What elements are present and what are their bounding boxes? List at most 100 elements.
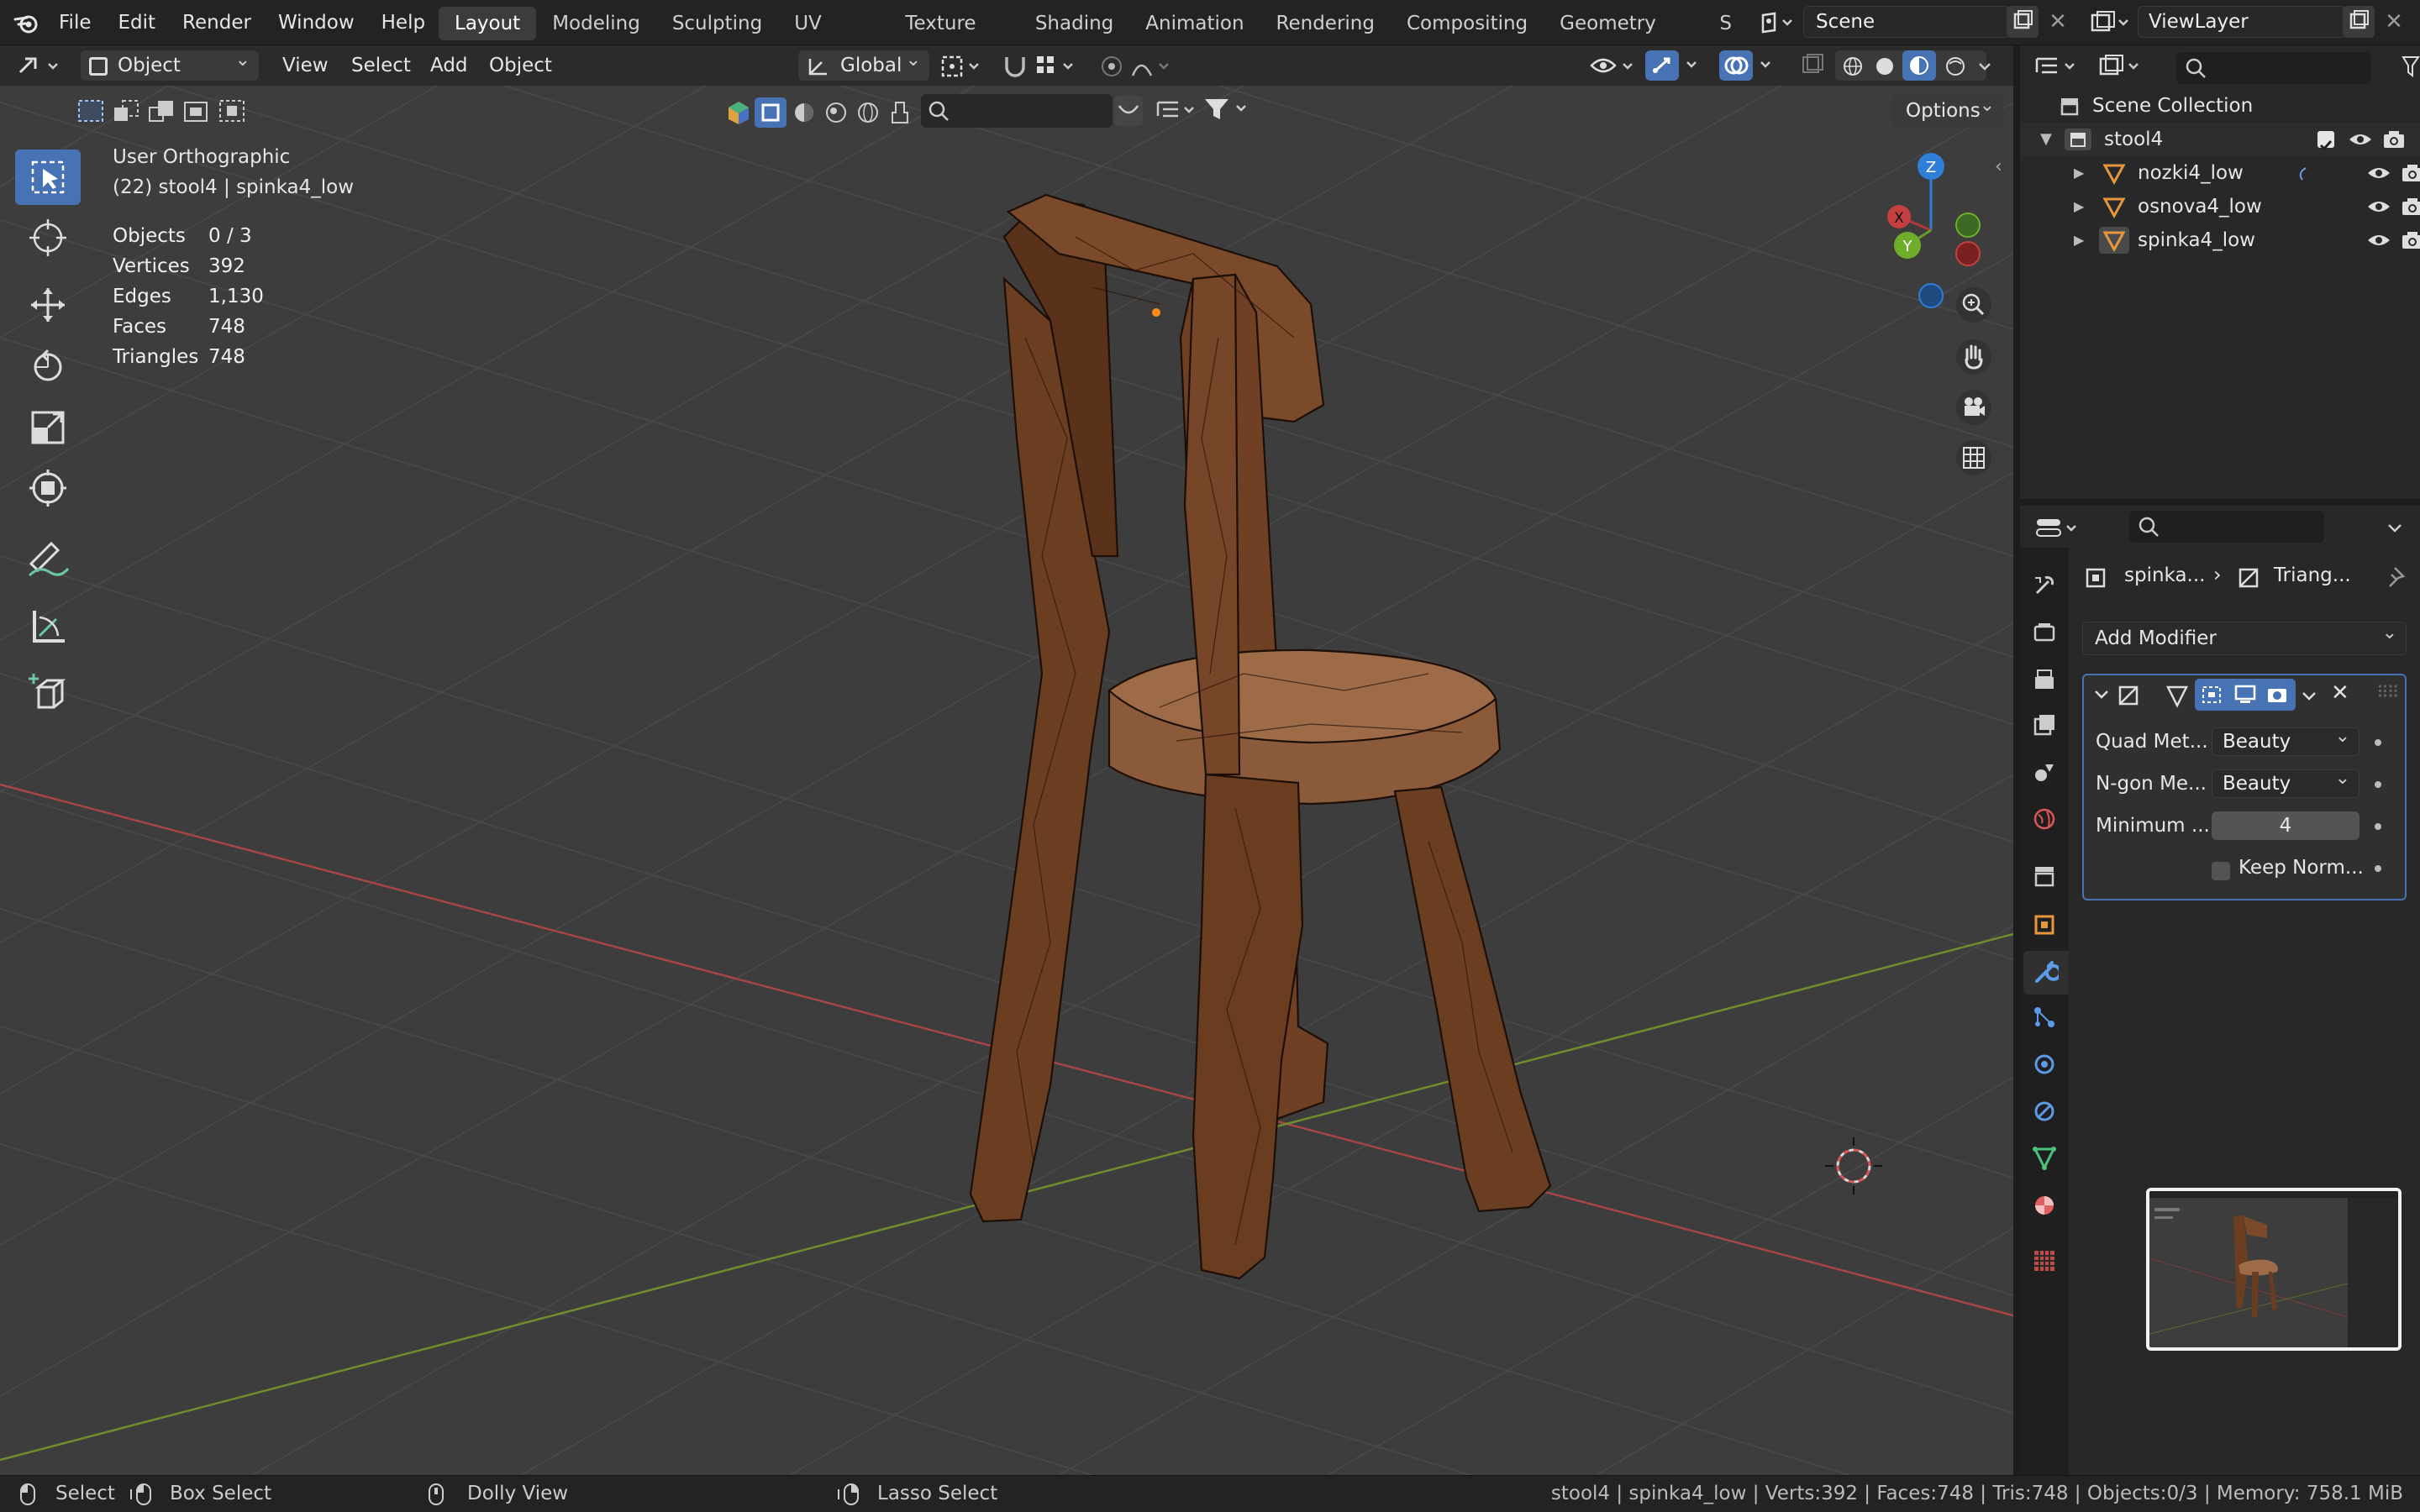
tab-sculpting[interactable]: Sculpting bbox=[656, 7, 778, 40]
tab-uv-editing[interactable]: UV Editing bbox=[778, 7, 889, 40]
measure-tool[interactable] bbox=[15, 598, 81, 654]
output-tab-icon[interactable] bbox=[2032, 667, 2057, 692]
sidebar-toggle-icon[interactable]: ‹ bbox=[1995, 156, 2002, 177]
outliner-search-input[interactable] bbox=[2176, 52, 2371, 84]
render-tab-icon[interactable] bbox=[2032, 620, 2057, 645]
move-tool[interactable] bbox=[15, 277, 81, 333]
collapse-arrow-icon[interactable]: ▼ bbox=[2040, 123, 2052, 156]
properties-editor-type-icon[interactable] bbox=[2033, 514, 2086, 541]
viewport-search-input[interactable] bbox=[921, 94, 1113, 128]
object-types-icon[interactable] bbox=[726, 99, 751, 126]
gizmo-toggle-icon[interactable] bbox=[1645, 50, 1706, 81]
render-toggle-icon[interactable] bbox=[2265, 684, 2289, 706]
filter-funnel-icon[interactable] bbox=[1202, 96, 1254, 123]
perspective-grid-icon[interactable] bbox=[1954, 438, 1993, 477]
keyframe-dot-icon[interactable] bbox=[2375, 823, 2381, 830]
menu-object[interactable]: Object bbox=[489, 50, 552, 81]
wireframe-shading-icon[interactable] bbox=[1842, 55, 1864, 77]
add-modifier-dropdown[interactable]: Add Modifier ⌄ bbox=[2082, 622, 2407, 655]
constraints-tab-icon[interactable] bbox=[2032, 1099, 2057, 1124]
camera-view-icon[interactable] bbox=[1954, 388, 1993, 427]
falloff-icon[interactable] bbox=[1129, 54, 1176, 79]
exclude-checkbox[interactable] bbox=[2317, 131, 2334, 151]
select-new-icon[interactable] bbox=[76, 97, 106, 124]
xray-toggle-icon[interactable] bbox=[1798, 52, 1827, 79]
world-filter-icon[interactable] bbox=[854, 99, 882, 126]
tab-layout[interactable]: Layout bbox=[439, 7, 537, 40]
keyframe-dot-icon[interactable] bbox=[2375, 781, 2381, 788]
tab-rendering[interactable]: Rendering bbox=[1260, 7, 1391, 40]
delete-scene-icon[interactable]: ✕ bbox=[2044, 7, 2072, 37]
material-tab-icon[interactable] bbox=[2032, 1193, 2057, 1218]
camera-icon[interactable] bbox=[2400, 197, 2420, 217]
modifier-tab-active[interactable] bbox=[2023, 951, 2069, 995]
select-extend-icon[interactable] bbox=[111, 97, 141, 124]
tab-shading[interactable]: Shading bbox=[1019, 7, 1129, 40]
filter-toggle-icon[interactable] bbox=[1114, 96, 1143, 126]
zoom-icon[interactable] bbox=[1954, 286, 1993, 324]
outliner-filter-icon[interactable] bbox=[2402, 54, 2420, 79]
remove-modifier-icon[interactable]: ✕ bbox=[2331, 680, 2349, 706]
options-dropdown[interactable]: Options ⌄ bbox=[1892, 94, 2003, 128]
outliner-editor-type-icon[interactable] bbox=[2033, 54, 2082, 79]
3d-cursor[interactable] bbox=[1825, 1137, 1882, 1194]
tab-geometry-nodes[interactable]: Geometry Nodes bbox=[1544, 7, 1703, 40]
view-layer-icon[interactable] bbox=[2087, 10, 2133, 35]
camera-icon[interactable] bbox=[2400, 230, 2420, 250]
tab-animation[interactable]: Animation bbox=[1129, 7, 1260, 40]
menu-file[interactable]: File bbox=[45, 0, 105, 45]
modifier-menu-icon[interactable] bbox=[2299, 687, 2319, 706]
expand-arrow-icon[interactable]: ▶ bbox=[2074, 190, 2084, 223]
eye-icon[interactable] bbox=[2348, 129, 2373, 150]
annotate-tool[interactable] bbox=[15, 531, 81, 586]
camera-icon[interactable] bbox=[2400, 163, 2420, 183]
edit-mode-cage-icon[interactable] bbox=[2163, 682, 2191, 709]
delete-view-layer-icon[interactable]: ✕ bbox=[2380, 7, 2408, 37]
expand-arrow-icon[interactable]: ▶ bbox=[2074, 156, 2084, 190]
hand-pan-icon[interactable] bbox=[1954, 338, 1993, 376]
properties-search-input[interactable] bbox=[2129, 511, 2324, 543]
menu-edit[interactable]: Edit bbox=[105, 0, 170, 45]
eye-icon[interactable] bbox=[2366, 230, 2391, 250]
editor-type-icon[interactable] bbox=[15, 52, 66, 79]
scene-icon[interactable] bbox=[1760, 10, 1797, 35]
drag-handle-icon[interactable]: ⠿⠿ bbox=[2376, 682, 2399, 702]
menu-render[interactable]: Render bbox=[169, 0, 265, 45]
select-intersect-icon[interactable] bbox=[217, 97, 247, 124]
keep-normals-checkbox[interactable] bbox=[2212, 862, 2230, 880]
minimum-vertices-field[interactable]: 4 bbox=[2212, 811, 2360, 840]
collection-row-stool4[interactable]: ▼ stool4 bbox=[2040, 123, 2418, 156]
outliner-object-row[interactable]: ▶ osnova4_low bbox=[2074, 190, 2420, 223]
selectability-button[interactable] bbox=[755, 97, 786, 128]
texture-tab-icon[interactable] bbox=[2032, 1248, 2057, 1273]
sort-options-icon[interactable] bbox=[1155, 97, 1202, 124]
material-preview-button[interactable] bbox=[1902, 50, 1936, 81]
scale-tool[interactable] bbox=[15, 400, 81, 455]
edit-mode-toggle-icon[interactable] bbox=[2200, 684, 2223, 706]
tab-compositing[interactable]: Compositing bbox=[1391, 7, 1544, 40]
transform-orientation-dropdown[interactable]: Global bbox=[798, 45, 929, 81]
proportional-edit-icon[interactable] bbox=[1097, 54, 1126, 79]
ngon-method-dropdown[interactable]: Beauty bbox=[2212, 765, 2360, 798]
rotate-tool[interactable] bbox=[15, 338, 81, 393]
snap-target-icon[interactable] bbox=[1034, 54, 1082, 79]
view-layer-tab-icon[interactable] bbox=[2032, 712, 2057, 738]
realtime-toggle-icon[interactable] bbox=[2233, 684, 2257, 706]
menu-window[interactable]: Window bbox=[265, 0, 368, 45]
light-filter-icon[interactable] bbox=[822, 99, 850, 126]
select-subtract-icon[interactable] bbox=[146, 97, 176, 124]
keyframe-dot-icon[interactable] bbox=[2375, 739, 2381, 746]
brush-filter-icon[interactable] bbox=[886, 99, 914, 126]
properties-options-icon[interactable] bbox=[2385, 517, 2405, 538]
scene-tab-icon[interactable] bbox=[2032, 759, 2057, 785]
screenshot-thumbnail[interactable] bbox=[2146, 1188, 2402, 1351]
view-layer-field[interactable]: ViewLayer bbox=[2138, 6, 2346, 38]
blender-logo-icon[interactable] bbox=[13, 11, 40, 34]
solid-shading-icon[interactable] bbox=[1874, 55, 1896, 77]
camera-icon[interactable] bbox=[2381, 129, 2407, 150]
object-tab-icon[interactable] bbox=[2032, 912, 2057, 937]
tool-tab-icon[interactable] bbox=[2032, 573, 2057, 598]
3d-viewport[interactable]: User Orthographic (22) stool4 | spinka4_… bbox=[0, 86, 2013, 1475]
rendered-shading-icon[interactable] bbox=[1944, 55, 1966, 77]
shading-filter-icon[interactable] bbox=[790, 99, 818, 126]
